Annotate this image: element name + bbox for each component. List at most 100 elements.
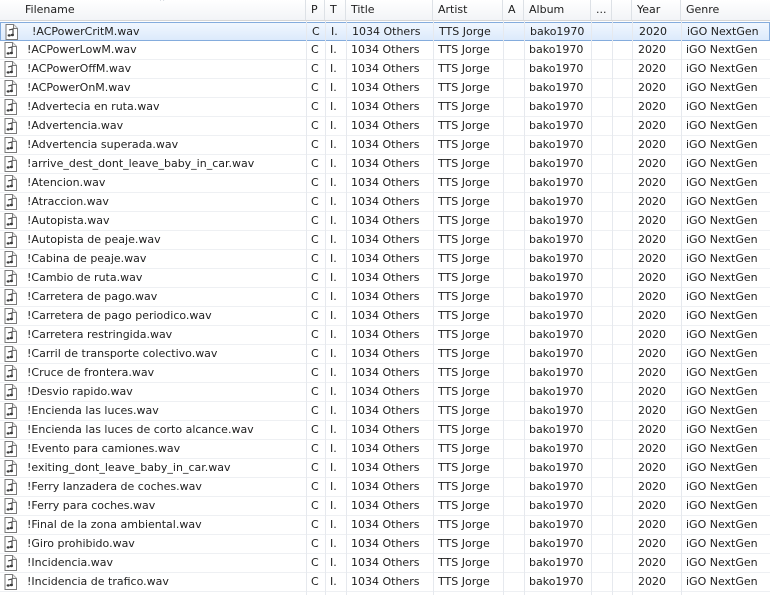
more-cell: [591, 478, 612, 496]
artist-cell: TTS Jorge: [438, 442, 490, 455]
column-header-a[interactable]: A: [503, 0, 524, 20]
table-row[interactable]: !Incidencia de trafico.wav C I. 1034 Others…: [0, 573, 770, 592]
title-cell: 1034 Others: [351, 233, 420, 246]
blank-cell: [612, 573, 632, 591]
a-cell: [503, 345, 523, 363]
column-header-more[interactable]: ...: [591, 0, 612, 20]
table-row[interactable]: !ACPowerOnM.wav C I. 1034 Others TTS Jorge ba…: [0, 79, 770, 98]
album-cell: bako1970: [529, 252, 584, 265]
year-cell: 2020: [638, 537, 666, 550]
table-row[interactable]: !Cambio de ruta.wav C I. 1034 Others TTS Jor…: [0, 269, 770, 288]
a-cell: [503, 41, 523, 59]
column-header-title[interactable]: Title: [346, 0, 433, 20]
filename-cell: !Autopista.wav: [27, 214, 110, 227]
column-header-artist[interactable]: Artist: [433, 0, 503, 20]
table-row[interactable]: !Atencion.wav C I. 1034 Others TTS Jorge bako…: [0, 174, 770, 193]
title-cell: 1034 Others: [351, 461, 420, 474]
table-row[interactable]: !Evento para camiones.wav C I. 1034 Others T…: [0, 440, 770, 459]
a-cell: [503, 383, 523, 401]
column-header-bar: Filename ^ P T Title Artist A Album ... …: [0, 0, 770, 21]
column-divider: [524, 21, 525, 595]
audio-file-icon: [4, 42, 17, 58]
blank-cell: [612, 307, 632, 325]
table-row[interactable]: !Giro prohibido.wav C I. 1034 Others TTS Jor…: [0, 535, 770, 554]
more-cell: [591, 117, 612, 135]
genre-cell: iGO NextGen: [686, 518, 758, 531]
table-row[interactable]: !Advertencia.wav C I. 1034 Others TTS Jorge b…: [0, 117, 770, 136]
filename-cell: !Carril de transporte colectivo.wav: [27, 347, 218, 360]
more-cell: [591, 326, 612, 344]
table-row[interactable]: !exiting_dont_leave_baby_in_car.wav C I. 10…: [0, 459, 770, 478]
title-cell: 1034 Others: [351, 480, 420, 493]
table-row[interactable]: !Carretera de pago periodico.wav C I. 1034 …: [0, 307, 770, 326]
year-cell: 2020: [638, 138, 666, 151]
blank-cell: [612, 440, 632, 458]
table-row[interactable]: !Carretera restringida.wav C I. 1034 Others…: [0, 326, 770, 345]
column-header-genre[interactable]: Genre: [681, 0, 770, 20]
table-row[interactable]: !Ferry lanzadera de coches.wav C I. 1034 Ot…: [0, 478, 770, 497]
p-cell: C: [311, 290, 319, 303]
p-cell: C: [311, 480, 319, 493]
artist-cell: TTS Jorge: [438, 290, 490, 303]
t-cell: I.: [330, 537, 337, 550]
more-cell: [591, 307, 612, 325]
artist-cell: TTS Jorge: [438, 271, 490, 284]
table-row[interactable]: !Advertecia en ruta.wav C I. 1034 Others TTS…: [0, 98, 770, 117]
table-row[interactable]: !ACPowerLowM.wav C I. 1034 Others TTS Jorge b…: [0, 41, 770, 60]
column-header-album[interactable]: Album: [524, 0, 591, 20]
table-row[interactable]: !arrive_dest_dont_leave_baby_in_car.wav C…: [0, 155, 770, 174]
t-cell: I.: [330, 157, 337, 170]
table-row[interactable]: !Ferry para coches.wav C I. 1034 Others TTS …: [0, 497, 770, 516]
a-cell: [503, 307, 523, 325]
t-cell: I.: [330, 138, 337, 151]
p-cell: C: [311, 233, 319, 246]
column-header-filename[interactable]: Filename: [0, 0, 306, 20]
a-cell: [503, 193, 523, 211]
title-cell: 1034 Others: [351, 119, 420, 132]
column-header-t[interactable]: T: [325, 0, 346, 20]
more-cell: [591, 212, 612, 230]
album-cell: bako1970: [529, 575, 584, 588]
table-row[interactable]: !Incidencia.wav C I. 1034 Others TTS Jorge ba…: [0, 554, 770, 573]
title-cell: 1034 Others: [352, 25, 421, 38]
title-cell: 1034 Others: [351, 138, 420, 151]
audio-file-icon: [4, 61, 17, 77]
table-row[interactable]: !Advertencia superada.wav C I. 1034 Others T…: [0, 136, 770, 155]
filename-cell: !Incidencia de trafico.wav: [27, 575, 169, 588]
audio-file-icon: [4, 251, 17, 267]
p-cell: C: [311, 442, 319, 455]
filename-cell: !Atencion.wav: [27, 176, 106, 189]
column-header-p[interactable]: P: [306, 0, 325, 20]
table-row[interactable]: !Desvio rapido.wav C I. 1034 Others TTS Jorg…: [0, 383, 770, 402]
album-cell: bako1970: [529, 499, 584, 512]
table-row[interactable]: !ACPowerOffM.wav C I. 1034 Others TTS Jorge b…: [0, 60, 770, 79]
table-row[interactable]: !Carretera de pago.wav C I. 1034 Others TTS …: [0, 288, 770, 307]
year-cell: 2020: [638, 290, 666, 303]
filename-cell: !Evento para camiones.wav: [27, 442, 181, 455]
filename-cell: !Encienda las luces.wav: [27, 404, 159, 417]
table-row[interactable]: !Carril de transporte colectivo.wav C I. 10…: [0, 345, 770, 364]
blank-cell: [612, 497, 632, 515]
table-row[interactable]: !Encienda las luces de corto alcance.wav…: [0, 421, 770, 440]
table-row[interactable]: !Cruce de frontera.wav C I. 1034 Others TTS …: [0, 364, 770, 383]
album-cell: bako1970: [529, 309, 584, 322]
table-row[interactable]: !Autopista.wav C I. 1034 Others TTS Jorge bak…: [0, 212, 770, 231]
filename-cell: !ACPowerOnM.wav: [27, 81, 131, 94]
more-cell: [591, 174, 612, 192]
column-header-blank[interactable]: [612, 0, 632, 20]
filename-cell: !ACPowerLowM.wav: [27, 43, 137, 56]
table-row[interactable]: !Cabina de peaje.wav C I. 1034 Others TTS Jo…: [0, 250, 770, 269]
t-cell: I.: [330, 423, 337, 436]
genre-cell: iGO NextGen: [686, 347, 758, 360]
table-row[interactable]: !Atraccion.wav C I. 1034 Others TTS Jorge bak…: [0, 193, 770, 212]
table-row[interactable]: !Final de la zona ambiental.wav C I. 1034 O…: [0, 516, 770, 535]
t-cell: I.: [330, 290, 337, 303]
year-cell: 2020: [638, 499, 666, 512]
column-header-year[interactable]: Year: [632, 0, 681, 20]
blank-cell: [612, 174, 632, 192]
a-cell: [503, 402, 523, 420]
table-row[interactable]: !Autopista de peaje.wav C I. 1034 Others TTS…: [0, 231, 770, 250]
t-cell: I.: [330, 480, 337, 493]
table-row[interactable]: !Encienda las luces.wav C I. 1034 Others TTS…: [0, 402, 770, 421]
table-row[interactable]: !ACPowerCritM.wav C I. 1034 Others TTS Jorge…: [0, 22, 770, 41]
